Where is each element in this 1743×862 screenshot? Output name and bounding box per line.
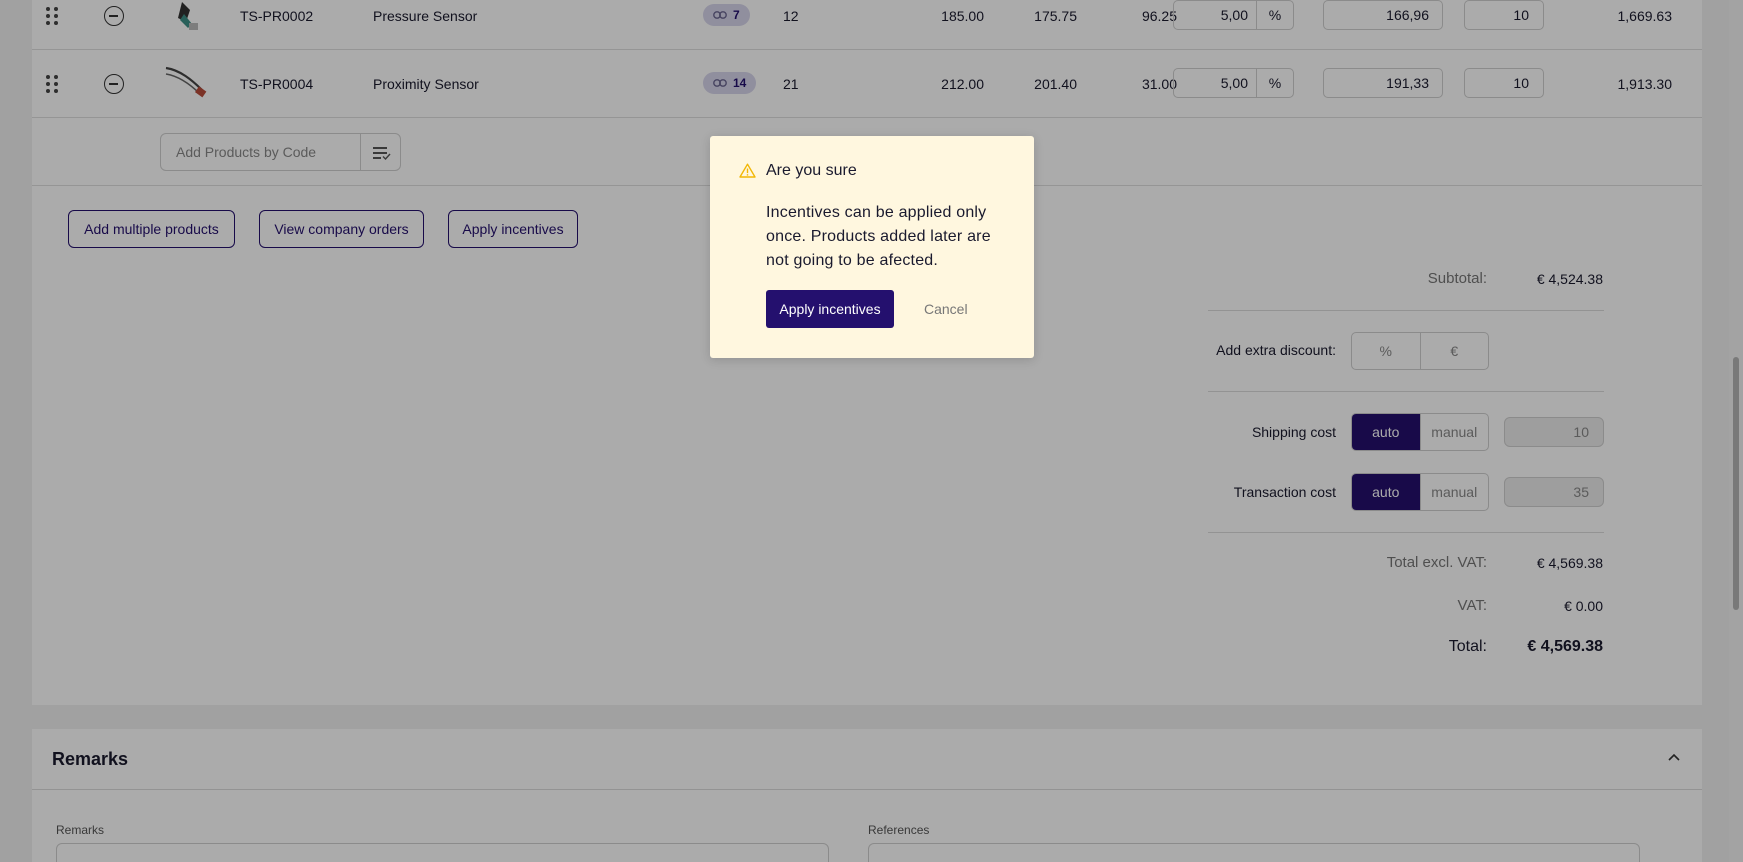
modal-backdrop[interactable] — [0, 0, 1743, 862]
dialog-message: Incentives can be applied only once. Pro… — [766, 204, 991, 269]
cancel-button[interactable]: Cancel — [910, 290, 982, 328]
confirm-apply-incentives-button[interactable]: Apply incentives — [766, 290, 894, 328]
dialog-title: Are you sure — [766, 162, 857, 179]
warning-icon — [739, 163, 756, 178]
confirm-dialog: Are you sure Incentives can be applied o… — [710, 136, 1034, 358]
